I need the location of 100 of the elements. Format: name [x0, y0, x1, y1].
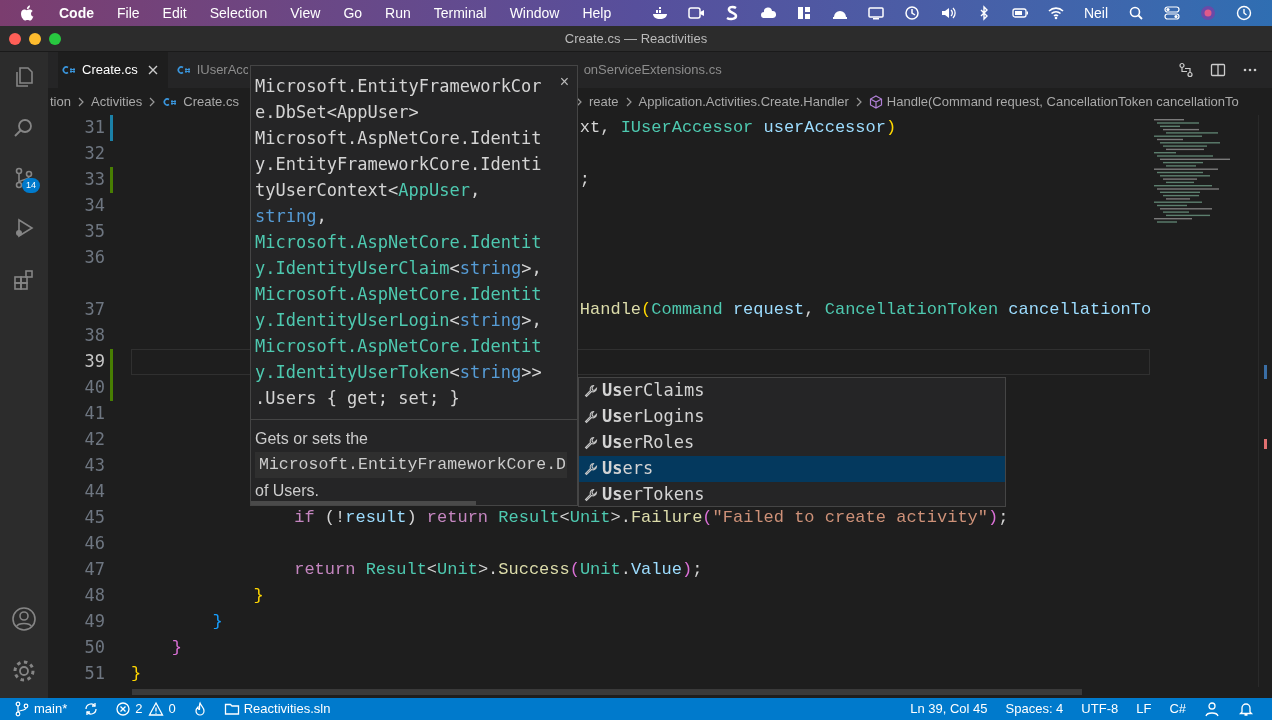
chevron-icon [624, 96, 633, 107]
line-number: 37 [83, 298, 105, 322]
csharp-file-icon [175, 64, 192, 76]
status-item[interactable]: LF [1136, 699, 1152, 719]
user-name[interactable]: Neil [1083, 2, 1108, 24]
menu-item[interactable]: File [117, 2, 140, 24]
settings-icon[interactable] [11, 658, 37, 684]
wrench-icon [584, 462, 598, 476]
breadcrumb-item[interactable]: Handle(Command request, CancellationToken cancellationTo [886, 91, 1239, 112]
code-line: } [171, 637, 182, 659]
status-item[interactable]: Ln 39, Col 45 [910, 699, 988, 719]
menu-item[interactable]: View [290, 2, 321, 24]
suggestion-item[interactable]: UserLogins [579, 404, 1005, 430]
breadcrumb-item[interactable]: Activities [90, 91, 143, 112]
breadcrumb-item[interactable]: Application.Activities.Create.Handler [638, 91, 849, 112]
camera-icon[interactable] [687, 5, 704, 21]
wrench-icon [584, 410, 598, 424]
line-number: 48 [83, 584, 105, 608]
editor-tab[interactable]: onServiceExtensions.cs [577, 52, 732, 88]
close-button[interactable]: × [559, 70, 569, 94]
cube-icon [868, 94, 883, 109]
clock-history-icon[interactable] [903, 5, 920, 21]
split-editor-icon[interactable] [1210, 62, 1226, 78]
menu-item[interactable]: Go [343, 2, 363, 24]
suggestion-item[interactable]: UserClaims [579, 378, 1005, 404]
branch-icon [14, 701, 30, 717]
breadcrumb-item[interactable]: Create.cs [183, 91, 239, 112]
line-number: 31 [83, 116, 105, 140]
feedback-icon[interactable] [1204, 701, 1220, 717]
status-item[interactable]: Reactivities.sln [223, 699, 331, 719]
status-item[interactable]: main* [14, 699, 68, 719]
line-number: 38 [83, 324, 105, 348]
wrench-icon [584, 436, 598, 450]
chevron-icon [76, 96, 85, 107]
line-number: 34 [83, 194, 105, 218]
status-item[interactable]: UTF-8 [1081, 699, 1119, 719]
inline-code: Microsoft.EntityFrameworkCore.D [255, 452, 567, 478]
line-number: 40 [83, 376, 105, 400]
wifi-icon[interactable] [1047, 5, 1064, 21]
menu-item[interactable]: Run [385, 2, 411, 24]
csharp-file-icon [61, 64, 77, 76]
code-line: xt, IUserAccessor userAccessor) [579, 117, 897, 139]
close-window-button[interactable] [9, 33, 21, 45]
minimize-window-button[interactable] [29, 33, 41, 45]
menu-item[interactable]: Window [509, 2, 560, 24]
menu-item[interactable]: Selection [209, 2, 268, 24]
apple-logo-icon[interactable] [20, 4, 35, 22]
error-icon [115, 701, 132, 717]
clock-icon[interactable] [1236, 5, 1252, 21]
account-icon[interactable] [11, 606, 37, 632]
suggestion-item[interactable]: Users [579, 456, 1005, 482]
line-number: 46 [83, 532, 105, 556]
line-number: 44 [83, 480, 105, 504]
wrench-icon [584, 384, 598, 398]
status-item[interactable]: C# [1169, 699, 1186, 719]
status-item[interactable]: 0 [148, 699, 176, 719]
warning-icon [148, 701, 165, 717]
maximize-window-button[interactable] [49, 33, 61, 45]
code-line: Handle(Command request, CancellationToken cancellationTo [579, 299, 1152, 321]
app-menu[interactable]: Code [59, 2, 94, 24]
code-line: } [131, 663, 142, 685]
sync-icon[interactable] [83, 701, 100, 717]
menu-item[interactable]: Help [582, 2, 612, 24]
compare-changes-icon[interactable] [1178, 62, 1194, 78]
toggle-icon[interactable] [1164, 5, 1180, 21]
code-line: return Result<Unit>.Success(Unit.Value); [294, 559, 703, 581]
bell-icon[interactable] [1238, 701, 1254, 717]
folder-icon [223, 701, 240, 717]
display-icon[interactable] [867, 5, 884, 21]
line-number: 32 [83, 142, 105, 166]
status-item[interactable]: Spaces: 4 [1005, 699, 1064, 719]
breadcrumb-item[interactable]: reate [588, 91, 619, 112]
battery-icon[interactable] [1011, 5, 1028, 21]
chevron-icon [148, 96, 157, 107]
csharp-file-icon [162, 95, 179, 108]
close-icon[interactable] [147, 65, 158, 75]
suggestion-item[interactable]: UserRoles [579, 430, 1005, 456]
search-icon[interactable] [1128, 5, 1144, 21]
grid-icon[interactable] [795, 5, 812, 21]
code-line: if (!result) return Result<Unit>.Failure("Failed to create activity"); [294, 507, 1009, 529]
line-number: 50 [83, 636, 105, 660]
status-item[interactable]: 2 [115, 699, 143, 719]
suggestion-item[interactable]: UserTokens [579, 482, 1005, 508]
menu-item[interactable]: Terminal [433, 2, 487, 24]
code-line: } [253, 585, 264, 607]
line-number: 42 [83, 428, 105, 452]
line-number: 41 [83, 402, 105, 426]
line-number: 35 [83, 220, 105, 244]
cloud-icon[interactable] [759, 5, 776, 21]
line-number: 49 [83, 610, 105, 634]
editor-tab[interactable]: Create.cs [58, 52, 168, 88]
notification-badge: 14 [22, 178, 40, 193]
extensions-icon[interactable] [12, 268, 36, 292]
doc-text: Gets or sets the [255, 429, 369, 449]
doc-text: of Users. [255, 481, 320, 501]
breadcrumb-item[interactable]: tion [50, 91, 71, 112]
speaker-icon[interactable] [939, 5, 956, 21]
line-number: 47 [83, 558, 105, 582]
type-signature: Microsoft.EntityFrameworkCore.DbSet<AppUser> Microsoft.AspNetCore.Identity.EntityFrameworkCore.IdentityUserContext<AppUser, string, Microsoft.AspNetCore.Identity.IdentityUserClaim<string>, Microsoft.AspNetCore.Identity.IdentityUserLogin<string>, Microsoft.AspNetCore.Identity.IdentityUserToken<string>> .Users { get; set; } [255, 75, 543, 410]
menu-item[interactable]: Edit [162, 2, 187, 24]
